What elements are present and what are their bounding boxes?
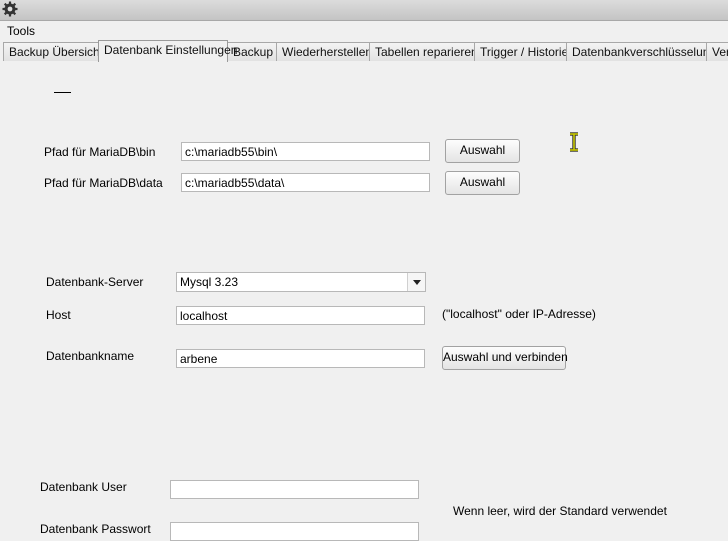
server-select[interactable]: Mysql 3.23 (176, 272, 426, 292)
tab-datenbank-einstellungen[interactable]: Datenbank Einstellungen (98, 40, 237, 62)
tab-backup-uebersicht[interactable]: Backup Übersicht (3, 42, 103, 61)
tab-wiederherstellen[interactable]: Wiederherstellen (276, 42, 372, 61)
data-path-label: Pfad für MariaDB\data (44, 176, 163, 190)
data-path-browse-button[interactable]: Auswahl (445, 171, 520, 195)
server-label: Datenbank-Server (46, 275, 144, 289)
gear-icon[interactable] (2, 1, 18, 17)
title-bar (0, 0, 728, 21)
select-and-connect-button[interactable]: Auswahl und verbinden (442, 346, 568, 370)
host-label: Host (46, 308, 71, 322)
server-select-value: Mysql 3.23 (180, 275, 239, 289)
chevron-down-icon[interactable] (407, 273, 425, 291)
db-password-label: Datenbank Passwort (40, 522, 151, 536)
bin-path-label: Pfad für MariaDB\bin (44, 145, 156, 159)
tab-trigger-historie[interactable]: Trigger / Historie (474, 42, 568, 61)
separator-dash (54, 92, 71, 93)
db-user-field[interactable] (170, 480, 419, 499)
dbname-label: Datenbankname (46, 349, 135, 363)
tab-bar: Backup Übersicht Datenbank Einstellungen… (0, 40, 728, 63)
db-password-field[interactable] (170, 522, 419, 541)
dbname-field[interactable]: arbene (176, 349, 425, 368)
tab-ver[interactable]: Ver (706, 42, 728, 61)
menu-bar: Tools (0, 21, 728, 40)
settings-panel: Pfad für MariaDB\bin c:\mariadb55\bin\ A… (0, 62, 728, 541)
data-path-field[interactable]: c:\mariadb55\data\ (181, 173, 430, 192)
db-user-label: Datenbank User (40, 480, 127, 494)
bin-path-browse-button[interactable]: Auswahl (445, 139, 520, 163)
host-field[interactable]: localhost (176, 306, 425, 325)
default-hint: Wenn leer, wird der Standard verwendet (453, 504, 667, 518)
bin-path-field[interactable]: c:\mariadb55\bin\ (181, 142, 430, 161)
tab-tabellen-reparieren[interactable]: Tabellen reparieren (369, 42, 478, 61)
text-cursor-icon (570, 132, 578, 152)
tab-datenbankverschluesselung[interactable]: Datenbankverschlüsselung (566, 42, 716, 61)
menu-tools[interactable]: Tools (7, 24, 35, 38)
host-hint: ("localhost" oder IP-Adresse) (442, 307, 596, 321)
